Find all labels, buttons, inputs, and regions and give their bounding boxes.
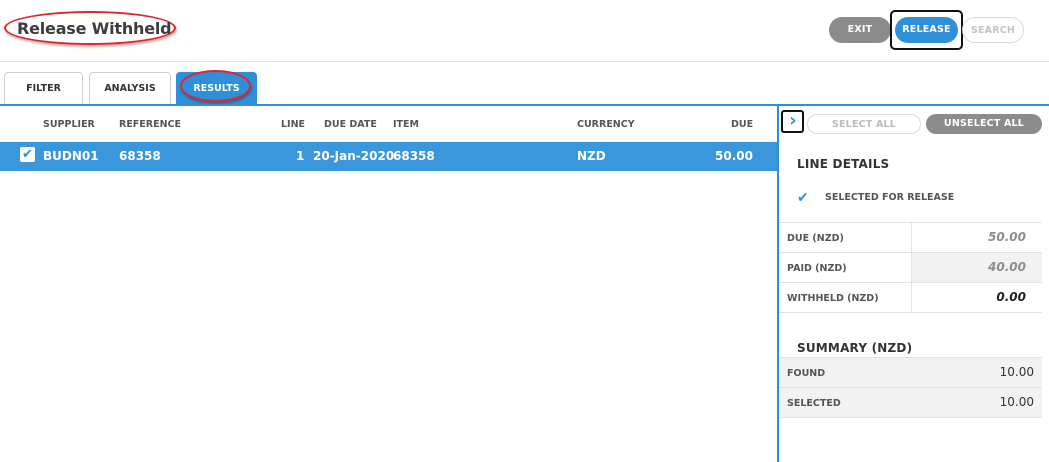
detail-value-withheld[interactable]: 0.00 <box>911 283 1042 312</box>
exit-button[interactable]: EXIT <box>829 17 891 43</box>
summary-value-selected: 10.00 <box>999 395 1034 409</box>
cell-currency: NZD <box>577 149 606 163</box>
select-all-button[interactable]: SELECT ALL <box>807 114 921 134</box>
chevron-right-icon[interactable]: › <box>784 108 802 134</box>
detail-label: PAID (NZD) <box>787 263 847 274</box>
summary-title: SUMMARY (NZD) <box>797 341 913 355</box>
summary-label: FOUND <box>787 368 826 379</box>
col-due-date[interactable]: DUE DATE <box>324 119 377 130</box>
summary-value-found: 10.00 <box>999 365 1034 379</box>
cell-supplier: BUDN01 <box>43 149 99 163</box>
detail-value-paid: 40.00 <box>911 253 1042 282</box>
checkmark-icon[interactable]: ✔ <box>797 191 812 206</box>
cell-line: 1 <box>296 149 305 163</box>
detail-row-due: DUE (NZD) 50.00 <box>779 223 1042 253</box>
release-button[interactable]: RELEASE <box>895 17 958 43</box>
cell-due: 50.00 <box>715 149 753 163</box>
col-due[interactable]: DUE <box>731 119 753 130</box>
detail-label: DUE (NZD) <box>787 233 844 244</box>
table-row[interactable]: ✔ BUDN01 68358 1 20-Jan-2020 68358 NZD 5… <box>0 142 777 171</box>
summary-table: FOUND 10.00 SELECTED 10.00 <box>779 357 1042 418</box>
col-currency[interactable]: CURRENCY <box>577 119 635 130</box>
col-line[interactable]: LINE <box>281 119 305 130</box>
detail-label: WITHHELD (NZD) <box>787 293 879 304</box>
summary-row-found: FOUND 10.00 <box>779 358 1042 388</box>
cell-due-date: 20-Jan-2020 <box>313 149 395 163</box>
cell-reference: 68358 <box>119 149 161 163</box>
line-details-title: LINE DETAILS <box>797 157 890 171</box>
tab-filter[interactable]: FILTER <box>4 72 83 104</box>
checkmark-icon[interactable]: ✔ <box>20 147 35 162</box>
tab-analysis[interactable]: ANALYSIS <box>89 72 171 104</box>
page-title: Release Withheld <box>17 19 172 38</box>
line-details-table: DUE (NZD) 50.00 PAID (NZD) 40.00 WITHHEL… <box>779 222 1042 313</box>
tab-results-highlight-ring <box>180 70 251 102</box>
col-supplier[interactable]: SUPPLIER <box>43 119 95 130</box>
unselect-all-button[interactable]: UNSELECT ALL <box>926 114 1042 134</box>
detail-row-paid: PAID (NZD) 40.00 <box>779 253 1042 283</box>
header-divider <box>0 61 1049 62</box>
col-reference[interactable]: REFERENCE <box>119 119 181 130</box>
cell-item: 68358 <box>393 149 435 163</box>
selected-for-release-label: SELECTED FOR RELEASE <box>825 192 955 203</box>
summary-row-selected: SELECTED 10.00 <box>779 388 1042 418</box>
search-button[interactable]: SEARCH <box>962 17 1024 43</box>
detail-row-withheld: WITHHELD (NZD) 0.00 <box>779 283 1042 313</box>
col-item[interactable]: ITEM <box>393 119 419 130</box>
summary-label: SELECTED <box>787 398 841 409</box>
results-header: SUPPLIER REFERENCE LINE DUE DATE ITEM CU… <box>0 106 777 142</box>
detail-value-due: 50.00 <box>911 223 1042 252</box>
